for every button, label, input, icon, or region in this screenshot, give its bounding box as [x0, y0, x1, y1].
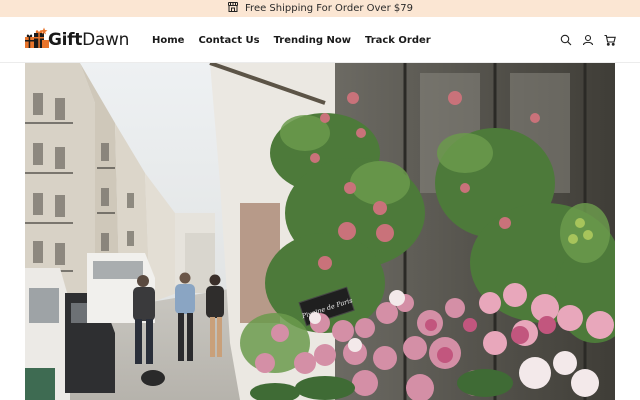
nav-item-track-order[interactable]: Track Order	[365, 35, 431, 46]
nav-item-trending-now[interactable]: Trending Now	[274, 35, 351, 46]
main-nav: Home Contact Us Trending Now Track Order	[152, 17, 431, 63]
account-icon[interactable]	[582, 34, 594, 46]
cart-icon[interactable]	[604, 34, 616, 46]
logo-brand-bold: Gift	[48, 30, 83, 50]
site-logo[interactable]: GiftDawn	[24, 27, 129, 53]
announcement-text: Free Shipping For Order Over $79	[245, 3, 413, 14]
gift-boxes-icon	[24, 27, 50, 53]
hero-image: Pivoine de Paris	[25, 63, 615, 400]
logo-brand-regular: Dawn	[82, 30, 130, 50]
hero-banner[interactable]: Pivoine de Paris	[25, 63, 615, 400]
search-icon[interactable]	[560, 34, 572, 46]
announcement-bar: Free Shipping For Order Over $79	[0, 0, 640, 17]
logo-wordmark: GiftDawn	[48, 30, 129, 50]
nav-item-home[interactable]: Home	[152, 35, 184, 46]
storefront-icon	[227, 1, 239, 16]
header-icons	[560, 17, 616, 63]
site-header: GiftDawn Home Contact Us Trending Now Tr…	[0, 17, 640, 63]
nav-item-contact-us[interactable]: Contact Us	[198, 35, 259, 46]
